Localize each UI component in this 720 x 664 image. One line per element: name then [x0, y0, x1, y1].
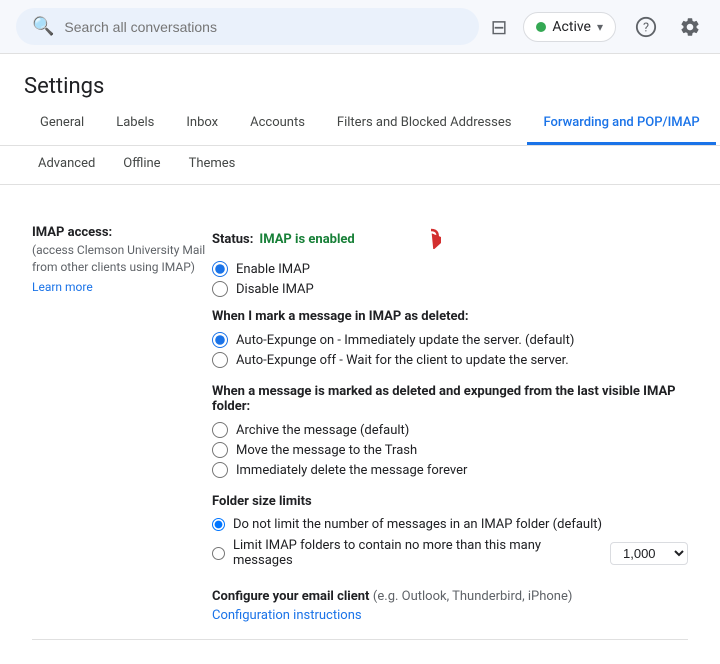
page-title: Settings	[0, 54, 720, 99]
top-bar: 🔍 ⊟ Active ▾ ?	[0, 0, 720, 54]
enable-imap-radio[interactable]	[212, 261, 228, 277]
auto-expunge-off-option[interactable]: Auto-Expunge off - Wait for the client t…	[212, 352, 688, 368]
svg-text:?: ?	[643, 20, 649, 35]
sub-tab-advanced[interactable]: Advanced	[24, 146, 109, 184]
auto-expunge-off-radio[interactable]	[212, 352, 228, 368]
folder-limits-section: Folder size limits Do not limit the numb…	[212, 494, 688, 568]
limit-option[interactable]: Limit IMAP folders to contain no more th…	[212, 538, 688, 568]
search-icon: 🔍	[32, 16, 54, 37]
no-limit-option[interactable]: Do not limit the number of messages in a…	[212, 517, 688, 532]
expunged-title: When a message is marked as deleted and …	[212, 384, 688, 414]
tab-addons[interactable]: Add-ons	[716, 103, 720, 145]
trash-label: Move the message to the Trash	[236, 443, 417, 458]
auto-expunge-off-label: Auto-Expunge off - Wait for the client t…	[236, 353, 569, 368]
tab-forwarding[interactable]: Forwarding and POP/IMAP	[527, 103, 715, 145]
imap-content: Status: IMAP is enabled	[212, 225, 688, 623]
search-input[interactable]	[64, 19, 462, 35]
limit-label: Limit IMAP folders to contain no more th…	[233, 538, 598, 568]
configure-section: Configure your email client (e.g. Outloo…	[212, 588, 688, 623]
disable-imap-label: Disable IMAP	[236, 282, 314, 297]
archive-option[interactable]: Archive the message (default)	[212, 422, 688, 438]
imap-label: IMAP access: (access Clemson University …	[32, 225, 212, 294]
nav-tabs: General Labels Inbox Accounts Filters an…	[0, 103, 720, 146]
tab-filters[interactable]: Filters and Blocked Addresses	[321, 103, 528, 145]
enable-imap-label: Enable IMAP	[236, 262, 310, 277]
sub-tab-themes[interactable]: Themes	[175, 146, 250, 184]
tab-general[interactable]: General	[24, 103, 100, 145]
disable-imap-radio[interactable]	[212, 281, 228, 297]
disable-imap-option[interactable]: Disable IMAP	[212, 281, 688, 297]
no-limit-radio[interactable]	[212, 518, 225, 531]
imap-label-desc: (access Clemson University Mail from oth…	[32, 242, 212, 276]
search-box[interactable]: 🔍	[16, 8, 479, 45]
auto-expunge-on-option[interactable]: Auto-Expunge on - Immediately update the…	[212, 332, 688, 348]
trash-radio[interactable]	[212, 442, 228, 458]
sub-tabs: Advanced Offline Themes	[0, 146, 720, 185]
folder-limits-title: Folder size limits	[212, 494, 688, 509]
auto-expunge-on-label: Auto-Expunge on - Immediately update the…	[236, 333, 574, 348]
delete-label: Immediately delete the message forever	[236, 463, 467, 478]
mark-deleted-section: When I mark a message in IMAP as deleted…	[212, 309, 688, 368]
status-value: IMAP is enabled	[259, 232, 354, 247]
imap-status: Status: IMAP is enabled	[212, 225, 688, 253]
learn-more-link[interactable]: Learn more	[32, 280, 212, 294]
chevron-down-icon: ▾	[597, 20, 603, 34]
enable-imap-option[interactable]: Enable IMAP	[212, 261, 688, 277]
auto-expunge-on-radio[interactable]	[212, 332, 228, 348]
tab-accounts[interactable]: Accounts	[234, 103, 321, 145]
configure-title: Configure your email client	[212, 589, 369, 604]
archive-label: Archive the message (default)	[236, 423, 409, 438]
filter-icon[interactable]: ⊟	[491, 15, 508, 39]
delete-radio[interactable]	[212, 462, 228, 478]
imap-label-title: IMAP access:	[32, 225, 212, 240]
mark-deleted-title: When I mark a message in IMAP as deleted…	[212, 309, 688, 324]
tab-inbox[interactable]: Inbox	[170, 103, 234, 145]
archive-radio[interactable]	[212, 422, 228, 438]
help-icon[interactable]: ?	[632, 13, 660, 41]
imap-access-section: IMAP access: (access Clemson University …	[32, 209, 688, 640]
configure-desc: (e.g. Outlook, Thunderbird, iPhone)	[373, 589, 572, 604]
limit-dropdown[interactable]: 1,000 2,000 5,000 10,000	[610, 542, 688, 565]
no-limit-label: Do not limit the number of messages in a…	[233, 517, 602, 532]
imap-radio-group: Enable IMAP Disable IMAP	[212, 261, 688, 297]
settings-content: IMAP access: (access Clemson University …	[0, 185, 720, 664]
tab-labels[interactable]: Labels	[100, 103, 170, 145]
expunged-section: When a message is marked as deleted and …	[212, 384, 688, 478]
trash-option[interactable]: Move the message to the Trash	[212, 442, 688, 458]
limit-radio[interactable]	[212, 547, 225, 560]
red-arrow-icon	[361, 225, 441, 253]
sub-tab-offline[interactable]: Offline	[109, 146, 174, 184]
configuration-instructions-link[interactable]: Configuration instructions	[212, 608, 688, 623]
active-badge[interactable]: Active ▾	[523, 12, 616, 42]
active-label: Active	[552, 19, 591, 35]
active-dot	[536, 22, 546, 32]
top-bar-right: ⊟ Active ▾ ?	[491, 12, 704, 42]
settings-gear-icon[interactable]	[676, 13, 704, 41]
delete-option[interactable]: Immediately delete the message forever	[212, 462, 688, 478]
status-prefix: Status:	[212, 232, 253, 247]
